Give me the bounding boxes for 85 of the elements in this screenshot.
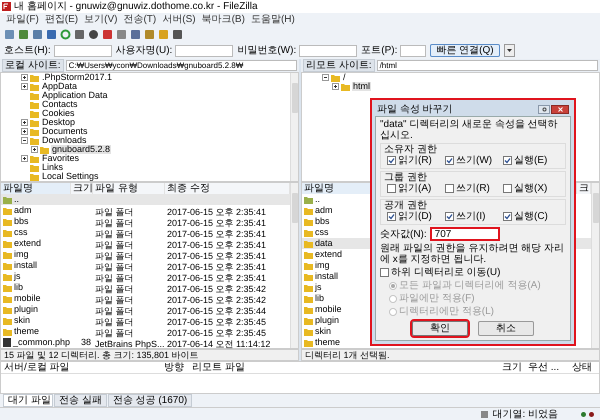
checkbox-label: 읽기(A) [398, 183, 432, 194]
file-name: adm [315, 205, 333, 216]
file-name: bbs [14, 216, 29, 227]
file-date: 2017-06-15 오후 2:35:45 [167, 316, 266, 326]
file-type: 파일 폴더 [95, 306, 134, 316]
file-name: css [315, 227, 328, 238]
file-type: 파일 폴더 [95, 328, 134, 338]
file-name: extend [315, 249, 342, 260]
site-label: 로컬 사이트: [2, 59, 64, 72]
file-name: img [315, 260, 330, 271]
file-name: .. [14, 194, 20, 205]
group-label: 소유자 권한 [384, 144, 438, 155]
checkbox-label: 실행(E) [514, 155, 548, 166]
site-label: 리모트 사이트: [303, 59, 375, 72]
file-name: data [315, 238, 333, 249]
file-name: adm [14, 205, 32, 216]
file-name: css [14, 227, 28, 238]
file-type: 파일 폴더 [95, 218, 134, 228]
file-name: install [315, 271, 338, 282]
file-type: 파일 폴더 [95, 294, 134, 304]
file-name: js [14, 271, 20, 282]
checkbox-label: 읽기(R) [398, 155, 432, 166]
queue-status: 대기열: 비었음 [492, 408, 558, 420]
file-name: skin [315, 326, 332, 337]
file-name: plugin [14, 304, 38, 315]
file-name: theme [315, 337, 340, 348]
file-date: 2017-06-15 오후 2:35:41 [167, 218, 266, 228]
file-type: 파일 폴더 [95, 316, 134, 326]
file-name: img [14, 249, 29, 260]
file-type: 파일 폴더 [95, 228, 134, 238]
file-date: 2017-06-15 오후 2:35:41 [167, 250, 266, 260]
file-date: 2017-06-15 오후 2:35:41 [167, 206, 266, 216]
file-date: 2017-06-15 오후 2:35:41 [167, 240, 266, 250]
file-type: JetBrains PhpS... [95, 338, 165, 348]
file-type: 파일 폴더 [95, 250, 134, 260]
checkbox-label: 쓰기(W) [456, 155, 492, 166]
file-type: 파일 폴더 [95, 284, 134, 294]
file-date: 2017-06-15 오후 2:35:45 [167, 328, 266, 338]
group-label: 공개 권한 [384, 200, 428, 211]
file-name: js [315, 282, 322, 293]
file-name: lib [315, 293, 324, 304]
file-name: skin [14, 315, 30, 326]
file-date: 2017-06-14 오전 11:14:12 [167, 338, 270, 348]
file-type: 파일 폴더 [95, 240, 134, 250]
file-type: 파일 폴더 [95, 262, 134, 272]
checkbox-label: 실행(C) [514, 211, 548, 222]
numeric-label: 숫자값(N): [380, 228, 427, 240]
field-label: 호스트(H): [4, 45, 51, 56]
file-name: bbs [315, 216, 330, 227]
file-date: 2017-06-15 오후 2:35:42 [167, 284, 266, 294]
radio-label: 디렉터리에만 적용(L) [399, 306, 494, 317]
file-name: mobile [315, 304, 342, 315]
file-name: plugin [315, 315, 340, 326]
dialog-description: "data" 디렉터리의 새로운 속성을 선택하십시오. [380, 119, 559, 141]
file-name: mobile [14, 293, 41, 304]
file-date: 2017-06-15 오후 2:35:41 [167, 228, 266, 238]
radio-label: 모든 파일과 디렉터리에 적용(A) [399, 280, 541, 291]
checkbox-label: 쓰기(R) [456, 183, 490, 194]
file-name: _common.php [13, 337, 70, 348]
file-name: install [14, 260, 38, 271]
group-label: 그룹 권한 [384, 172, 428, 183]
status-text: 디렉터리 1개 선택됨. [305, 350, 390, 360]
status-text: 15 파일 및 12 디렉터리. 총 크기: 135,801 바이트 [4, 350, 199, 360]
checkbox-label: 실행(X) [514, 183, 548, 194]
file-name: theme [14, 326, 40, 337]
dialog-title: 파일 속성 바꾸기 [377, 104, 453, 115]
dialog-note: 원래 파일의 권한을 유지하려면 해당 자리에 x를 지정하면 됩니다. [380, 243, 565, 265]
file-date: 2017-06-15 오후 2:35:41 [167, 272, 266, 282]
field-label: 비밀번호(W): [237, 45, 296, 56]
file-date: 2017-06-15 오후 2:35:42 [167, 294, 266, 304]
file-name: .. [315, 194, 320, 205]
checkbox-label: 읽기(D) [398, 211, 432, 222]
file-name: extend [14, 238, 42, 249]
window-title: 내 홈페이지 - gnuwiz@gnuwiz.dothome.co.kr - FileZilla [14, 1, 258, 12]
checkbox-label: 하위 디렉터리로 이동(U) [391, 267, 500, 278]
file-date: 2017-06-15 오후 2:35:44 [167, 306, 266, 316]
file-type: 파일 폴더 [95, 206, 134, 216]
file-date: 2017-06-15 오후 2:35:41 [167, 262, 266, 272]
file-name: lib [14, 282, 24, 293]
field-label: 사용자명(U): [116, 45, 172, 56]
file-size: 38 [80, 337, 91, 348]
file-type: 파일 폴더 [95, 272, 134, 282]
checkbox-label: 쓰기(I) [456, 211, 486, 222]
radio-label: 파일에만 적용(F) [399, 293, 475, 304]
field-label: 포트(P): [361, 45, 398, 56]
